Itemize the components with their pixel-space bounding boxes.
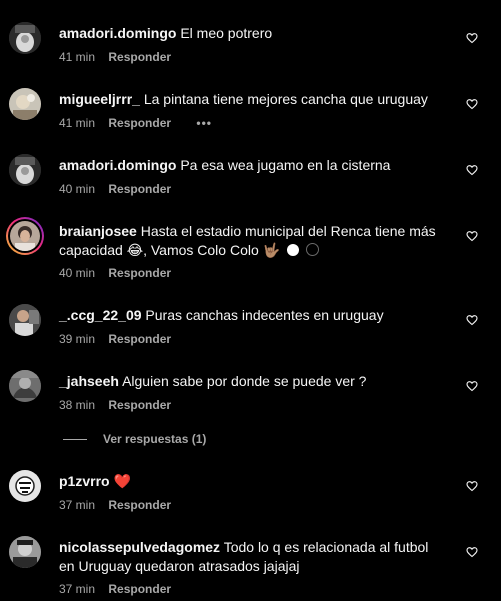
reply-button[interactable]: Responder [108, 498, 171, 512]
comment-username[interactable]: migueeljrrr_ [59, 91, 140, 107]
comment-time: 38 min [59, 398, 96, 412]
comment-meta: 39 min Responder [59, 332, 171, 346]
avatar[interactable] [9, 536, 41, 568]
comment-body: amadori.domingo Pa esa wea jugamo en la … [59, 156, 439, 175]
comment-meta: 41 min Responder [59, 50, 171, 64]
comment-username[interactable]: amadori.domingo [59, 157, 176, 173]
comment-meta: 37 min Responder [59, 582, 171, 596]
comment-meta: 40 min Responder [59, 266, 171, 280]
reply-button[interactable]: Responder [108, 182, 171, 196]
comment-meta: 37 min Responder [59, 498, 171, 512]
comment-text: Puras canchas indecentes en uruguay [145, 307, 384, 323]
comment-body: _jahseeh Alguien sabe por donde se puede… [59, 372, 439, 391]
comment-text: Pa esa wea jugamo en la cisterna [180, 157, 391, 173]
more-options-icon[interactable]: ••• [196, 116, 212, 130]
comment-body: braianjosee Hasta el estadio municipal d… [59, 222, 439, 260]
replies-divider [63, 439, 87, 441]
comment-text: La pintana tiene mejores cancha que urug… [143, 91, 428, 107]
reply-button[interactable]: Responder [108, 398, 171, 412]
comment-time: 41 min [59, 50, 96, 64]
reply-button[interactable]: Responder [108, 116, 171, 130]
heart-outline-icon[interactable] [466, 164, 478, 176]
comment-body: p1zvrro ❤️ [59, 472, 439, 491]
avatar[interactable] [9, 370, 41, 402]
heart-outline-icon[interactable] [466, 98, 478, 110]
comment-time: 37 min [59, 498, 96, 512]
avatar[interactable] [6, 217, 44, 255]
reply-button[interactable]: Responder [108, 582, 171, 596]
comment-time: 37 min [59, 582, 96, 596]
comment-username[interactable]: _.ccg_22_09 [59, 307, 142, 323]
avatar-story-ring [8, 219, 42, 253]
reply-button[interactable]: Responder [108, 266, 171, 280]
white-circle-icon [286, 244, 299, 256]
comment-text: ❤️ [113, 473, 131, 489]
heart-outline-icon[interactable] [466, 380, 478, 392]
reply-button[interactable]: Responder [108, 50, 171, 64]
comment-username[interactable]: nicolassepulvedagomez [59, 539, 220, 555]
comment-username[interactable]: amadori.domingo [59, 25, 176, 41]
comment-time: 41 min [59, 116, 96, 130]
comment-username[interactable]: _jahseeh [59, 373, 119, 389]
heart-outline-icon[interactable] [466, 546, 478, 558]
heart-outline-icon[interactable] [466, 314, 478, 326]
comment-text: Alguien sabe por donde se puede ver ? [122, 373, 367, 389]
comment-meta: 38 min Responder [59, 398, 171, 412]
black-circle-icon [305, 243, 319, 256]
comment-text: El meo potrero [180, 25, 273, 41]
reply-button[interactable]: Responder [108, 332, 171, 346]
comment-body: amadori.domingo El meo potrero [59, 24, 439, 43]
comment-time: 40 min [59, 266, 96, 280]
comment-username[interactable]: p1zvrro [59, 473, 110, 489]
comment-meta: 41 min Responder ••• [59, 116, 212, 130]
comment-meta: 40 min Responder [59, 182, 171, 196]
comment-body: migueeljrrr_ La pintana tiene mejores ca… [59, 90, 439, 109]
comment-body: _.ccg_22_09 Puras canchas indecentes en … [59, 306, 439, 325]
view-replies-button[interactable]: Ver respuestas (1) [63, 432, 206, 446]
heart-outline-icon[interactable] [466, 480, 478, 492]
avatar[interactable] [9, 470, 41, 502]
comment-body: nicolassepulvedagomez Todo lo q es relac… [59, 538, 439, 576]
avatar[interactable] [9, 154, 41, 186]
heart-outline-icon[interactable] [466, 230, 478, 242]
heart-outline-icon[interactable] [466, 32, 478, 44]
avatar[interactable] [9, 88, 41, 120]
view-replies-label: Ver respuestas (1) [103, 432, 207, 446]
avatar[interactable] [9, 22, 41, 54]
comment-time: 39 min [59, 332, 96, 346]
comment-time: 40 min [59, 182, 96, 196]
comment-username[interactable]: braianjosee [59, 223, 137, 239]
avatar[interactable] [9, 304, 41, 336]
